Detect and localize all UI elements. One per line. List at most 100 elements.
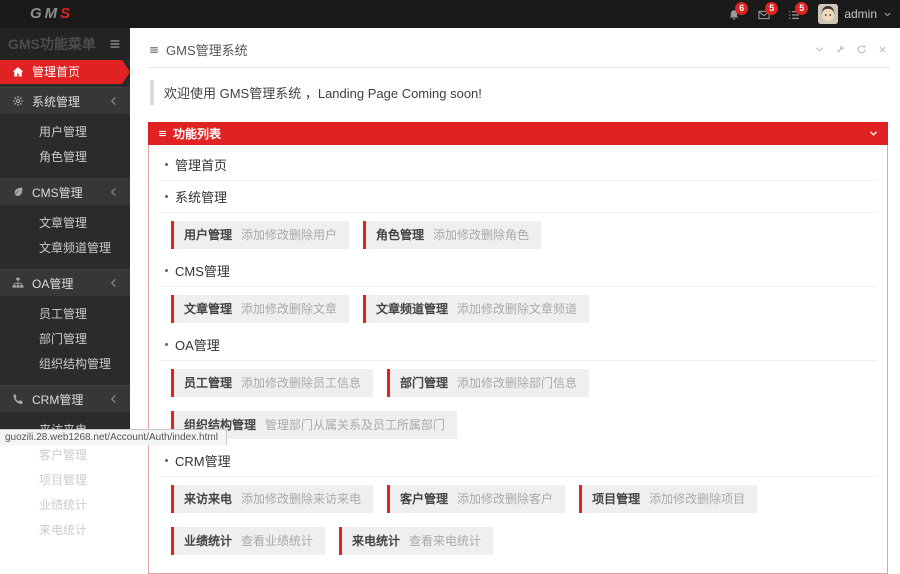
wrench-icon[interactable] bbox=[835, 44, 846, 55]
phone-icon bbox=[12, 393, 24, 405]
feature-button-row: 文章管理添加修改删除文章文章频道管理添加修改删除文章频道 bbox=[159, 287, 877, 329]
sidebar-group-label: 系统管理 bbox=[32, 93, 80, 110]
bullet-icon bbox=[165, 163, 168, 166]
feature-button[interactable]: 客户管理添加修改删除客户 bbox=[387, 485, 565, 513]
feature-button[interactable]: 业绩统计查看业绩统计 bbox=[171, 527, 325, 555]
feature-desc: 添加修改删除客户 bbox=[457, 492, 553, 506]
feature-button[interactable]: 角色管理添加修改删除角色 bbox=[363, 221, 541, 249]
feature-name: 用户管理 bbox=[184, 228, 232, 242]
section-title: 系统管理 bbox=[159, 181, 877, 213]
feature-desc: 添加修改删除用户 bbox=[241, 228, 337, 242]
bullet-icon bbox=[165, 459, 168, 462]
notification-area: 6 5 5 bbox=[728, 7, 800, 21]
gear-icon bbox=[12, 95, 24, 107]
main-content: GMS管理系统 欢迎使用 GMS管理系统 ，Landing Page Comin… bbox=[130, 28, 900, 445]
feature-button[interactable]: 文章管理添加修改删除文章 bbox=[171, 295, 349, 323]
bell-button[interactable]: 6 bbox=[728, 7, 740, 21]
sidebar-subitem[interactable]: 业绩统计 bbox=[0, 492, 130, 517]
section-title: CRM管理 bbox=[159, 445, 877, 477]
chevron-left-icon bbox=[108, 186, 120, 198]
sidebar-menu: 管理首页系统管理用户管理角色管理 CMS管理文章管理文章频道管理 OA管理员工管理部… bbox=[0, 60, 130, 548]
sidebar-subitem[interactable]: 客户管理 bbox=[0, 442, 130, 467]
feature-button[interactable]: 来访来电添加修改删除来访来电 bbox=[171, 485, 373, 513]
feature-desc: 添加修改删除角色 bbox=[433, 228, 529, 242]
bullet-icon bbox=[165, 269, 168, 272]
topbar-right: 6 5 5 admin bbox=[728, 0, 892, 28]
sidebar-group-label: CMS管理 bbox=[32, 184, 83, 201]
feature-name: 来访来电 bbox=[184, 492, 232, 506]
feature-name: 项目管理 bbox=[592, 492, 640, 506]
feature-button[interactable]: 来电统计查看来电统计 bbox=[339, 527, 493, 555]
sidebar-subitem[interactable]: 用户管理 bbox=[0, 119, 130, 144]
chevron-left-icon bbox=[108, 95, 120, 107]
feature-desc: 管理部门从属关系及员工所属部门 bbox=[265, 418, 445, 432]
logo-text-red: S bbox=[60, 5, 73, 22]
sidebar-subitem[interactable]: 文章频道管理 bbox=[0, 235, 130, 260]
refresh-icon[interactable] bbox=[856, 44, 867, 55]
sidebar-subitem[interactable]: 部门管理 bbox=[0, 326, 130, 351]
feature-button[interactable]: 用户管理添加修改删除用户 bbox=[171, 221, 349, 249]
feature-button[interactable]: 部门管理添加修改删除部门信息 bbox=[387, 369, 589, 397]
close-icon[interactable] bbox=[877, 44, 888, 55]
tasks-button[interactable]: 5 bbox=[788, 7, 800, 21]
page-header: GMS管理系统 bbox=[148, 38, 890, 68]
bullet-icon bbox=[165, 343, 168, 346]
panel-title: 功能列表 bbox=[173, 125, 221, 142]
section-title-label: 系统管理 bbox=[175, 187, 227, 206]
sidebar-subitem[interactable]: 项目管理 bbox=[0, 467, 130, 492]
panel-body: 管理首页系统管理用户管理添加修改删除用户角色管理添加修改删除角色CMS管理文章管… bbox=[148, 145, 888, 574]
sidebar-item-label: 管理首页 bbox=[32, 60, 80, 84]
chevron-left-icon bbox=[108, 277, 120, 289]
sidebar-group-label: OA管理 bbox=[32, 275, 73, 292]
section-title: 管理首页 bbox=[159, 149, 877, 181]
feature-name: 业绩统计 bbox=[184, 534, 232, 548]
sidebar-subitem[interactable]: 组织结构管理 bbox=[0, 351, 130, 376]
user-name: admin bbox=[844, 7, 877, 21]
user-menu[interactable]: admin bbox=[818, 4, 892, 24]
sidebar-subitem[interactable]: 文章管理 bbox=[0, 210, 130, 235]
envelope-button[interactable]: 5 bbox=[758, 7, 770, 21]
bullet-icon bbox=[165, 195, 168, 198]
reorder-icon bbox=[157, 128, 168, 139]
collapse-icon[interactable] bbox=[814, 44, 825, 55]
page-title: GMS管理系统 bbox=[166, 40, 248, 59]
sidebar-submenu: 员工管理部门管理组织结构管理 bbox=[0, 296, 130, 382]
feature-button[interactable]: 文章频道管理添加修改删除文章频道 bbox=[363, 295, 589, 323]
feature-name: 客户管理 bbox=[400, 492, 448, 506]
feature-desc: 添加修改删除员工信息 bbox=[241, 376, 361, 390]
chevron-down-icon bbox=[883, 10, 892, 19]
app-logo[interactable]: GMS bbox=[30, 5, 73, 23]
sidebar-item-active[interactable]: 管理首页 bbox=[0, 60, 122, 84]
sidebar-group[interactable]: CRM管理 bbox=[0, 385, 130, 412]
sidebar-subitem[interactable]: 来电统计 bbox=[0, 517, 130, 542]
feature-button[interactable]: 项目管理添加修改删除项目 bbox=[579, 485, 757, 513]
chevron-down-icon[interactable] bbox=[868, 128, 879, 139]
feature-button-row: 来访来电添加修改删除来访来电客户管理添加修改删除客户项目管理添加修改删除项目业绩… bbox=[159, 477, 877, 561]
feature-name: 员工管理 bbox=[184, 376, 232, 390]
feature-desc: 添加修改删除来访来电 bbox=[241, 492, 361, 506]
logo-text-gray: GM bbox=[30, 5, 60, 22]
sidebar-group[interactable]: CMS管理 bbox=[0, 178, 130, 205]
sidebar-subitem[interactable]: 角色管理 bbox=[0, 144, 130, 169]
feature-name: 文章管理 bbox=[184, 302, 232, 316]
status-url: guozili.28.web1268.net/Account/Auth/inde… bbox=[0, 429, 227, 445]
sidebar-subitem[interactable]: 员工管理 bbox=[0, 301, 130, 326]
sidebar-submenu: 用户管理角色管理 bbox=[0, 114, 130, 175]
section-title-label: 管理首页 bbox=[175, 155, 227, 174]
sidebar-title: GMS功能菜单 bbox=[8, 34, 96, 54]
feature-desc: 添加修改删除项目 bbox=[649, 492, 745, 506]
sidebar: GMS功能菜单 管理首页系统管理用户管理角色管理 CMS管理文章管理文章频道管理 O… bbox=[0, 28, 130, 430]
feature-button[interactable]: 员工管理添加修改删除员工信息 bbox=[171, 369, 373, 397]
feature-desc: 添加修改删除部门信息 bbox=[457, 376, 577, 390]
topbar: GMS 6 5 5 admin bbox=[0, 0, 900, 28]
sidebar-group[interactable]: OA管理 bbox=[0, 269, 130, 296]
page-header-tools bbox=[814, 44, 888, 55]
sidebar-group[interactable]: 系统管理 bbox=[0, 87, 130, 114]
feature-name: 部门管理 bbox=[400, 376, 448, 390]
feature-button-row: 员工管理添加修改删除员工信息部门管理添加修改删除部门信息组织结构管理管理部门从属… bbox=[159, 361, 877, 445]
sidebar-submenu: 文章管理文章频道管理 bbox=[0, 205, 130, 266]
section-title-label: OA管理 bbox=[175, 335, 220, 354]
hamburger-icon[interactable] bbox=[108, 37, 122, 51]
home-icon bbox=[12, 66, 24, 78]
feature-name: 角色管理 bbox=[376, 228, 424, 242]
